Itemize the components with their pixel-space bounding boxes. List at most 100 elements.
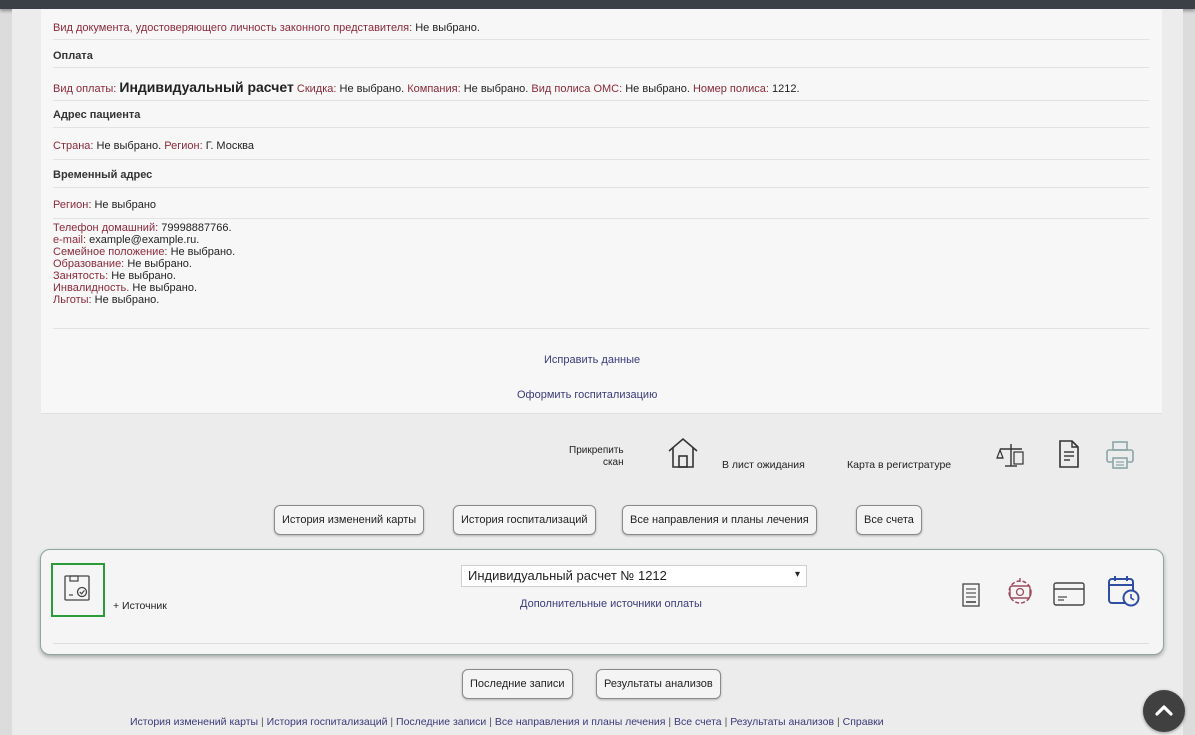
card-icon[interactable] (1053, 581, 1085, 607)
attach-scan-line1: Прикрепить (569, 445, 624, 456)
policy-number-value: 1212. (772, 83, 800, 95)
divider (53, 127, 1149, 128)
payment-source-selected: Индивидуальный расчет № 1212 (468, 568, 667, 583)
add-source-box[interactable] (51, 563, 105, 617)
patient-info-card: Вид документа, удостоверяющего личность … (41, 9, 1162, 491)
detail-label: Образование: (53, 258, 125, 270)
detail-label: e-mail: (53, 234, 87, 246)
detail-value: Не выбрано. (127, 258, 192, 270)
scan-doc-icon (64, 575, 92, 603)
address-row: Страна: Не выбрано. Регион: Г. Москва (53, 140, 254, 152)
detail-value: Не выбрано. (170, 246, 236, 258)
detail-phone: Телефон домашний: 79998887766. (53, 222, 235, 234)
footer-link-bills[interactable]: Все счета (674, 716, 722, 728)
footer-link-directions[interactable]: Все направления и планы лечения (495, 716, 666, 728)
money-gear-icon[interactable] (1004, 576, 1036, 608)
footer-links: История изменений карты | История госпит… (130, 716, 1076, 728)
attach-scan-label[interactable]: Прикрепить скан (569, 445, 624, 469)
all-bills-button[interactable]: Все счета (856, 505, 922, 535)
payment-row: Вид оплаты: Индивидуальный расчет Скидка… (53, 79, 800, 95)
country-label: Страна: (53, 140, 94, 152)
detail-email: e-mail: example@example.ru. (53, 234, 235, 246)
footer-link-hosp-history[interactable]: История госпитализаций (267, 716, 388, 728)
payment-heading: Оплата (53, 50, 93, 62)
scroll-top-button[interactable] (1143, 690, 1185, 732)
divider (53, 39, 1149, 40)
separator: | (390, 716, 394, 728)
hosp-history-button[interactable]: История госпитализаций (453, 505, 596, 535)
payment-type-label: Вид оплаты: (53, 83, 117, 95)
payment-source-select[interactable]: Индивидуальный расчет № 1212 ▾ (461, 565, 807, 587)
detail-disability: Инвалидность. Не выбрано. (53, 282, 235, 294)
detail-marital: Семейное положение: Не выбрано. (53, 246, 235, 258)
footer-link-certificates[interactable]: Справки (843, 716, 884, 728)
detail-label: Льготы: (53, 294, 92, 306)
detail-label: Семейное положение: (53, 246, 168, 258)
registry-card-button[interactable]: Карта в регистратуре (847, 459, 951, 471)
analysis-results-button[interactable]: Результаты анализов (596, 669, 721, 699)
attach-scan-line2: скан (602, 457, 624, 468)
detail-value: Не выбрано. (94, 294, 160, 306)
divider (53, 67, 1149, 68)
footer-link-card-history[interactable]: История изменений карты (130, 716, 258, 728)
edit-data-link[interactable]: Исправить данные (544, 354, 640, 366)
temp-address-row: Регион: Не выбрано (53, 199, 156, 211)
divider (53, 187, 1149, 188)
chevron-down-icon: ▾ (794, 569, 800, 580)
document-icon[interactable] (1058, 440, 1080, 468)
payment-type-value: Индивидуальный расчет (119, 79, 294, 95)
company-label: Компания: (407, 83, 461, 95)
discount-label: Скидка: (296, 83, 337, 95)
separator: | (836, 716, 840, 728)
company-value: Не выбрано. (463, 83, 529, 95)
legal-rep-doc-value: Не выбрано. (415, 22, 480, 34)
footer-link-analysis[interactable]: Результаты анализов (730, 716, 834, 728)
extra-sources-link[interactable]: Дополнительные источники оплаты (520, 598, 702, 610)
detail-label: Инвалидность. (53, 282, 130, 294)
detail-benefits: Льготы: Не выбрано. (53, 294, 235, 306)
payment-source-card: + Источник Индивидуальный расчет № 1212 … (40, 549, 1164, 655)
receipt-icon[interactable] (962, 583, 980, 607)
printer-icon[interactable] (1105, 440, 1135, 470)
separator: | (668, 716, 672, 728)
detail-label: Занятость: (53, 270, 109, 282)
policy-type-value: Не выбрано. (625, 83, 690, 95)
last-records-button[interactable]: Последние записи (462, 669, 573, 699)
detail-education: Образование: Не выбрано. (53, 258, 235, 270)
card-history-button[interactable]: История изменений карты (274, 505, 425, 535)
detail-value: Не выбрано. (132, 282, 198, 294)
divider (53, 328, 1149, 329)
temp-address-heading: Временный адрес (53, 169, 153, 181)
detail-value: example@example.ru. (89, 234, 200, 246)
tools-bar: Прикрепить скан В лист ожидания Карта в … (41, 413, 1162, 491)
divider (53, 159, 1149, 160)
policy-type-label: Вид полиса ОМС: (531, 83, 623, 95)
separator: | (261, 716, 264, 728)
scales-icon[interactable] (996, 442, 1026, 468)
top-bar (0, 0, 1195, 9)
separator: | (489, 716, 492, 728)
divider (53, 100, 1149, 101)
home-icon[interactable] (665, 436, 701, 470)
temp-region-value: Не выбрано (94, 199, 157, 211)
contact-details: Телефон домашний: 79998887766. e-mail: e… (53, 222, 235, 306)
chevron-up-icon (1154, 703, 1174, 717)
discount-value: Не выбрано. (339, 83, 405, 95)
detail-value: 79998887766. (161, 222, 232, 234)
calendar-clock-icon[interactable] (1107, 574, 1141, 608)
detail-employment: Занятость: Не выбрано. (53, 270, 235, 282)
region-value: Г. Москва (205, 140, 254, 152)
waitlist-button[interactable]: В лист ожидания (722, 459, 805, 471)
divider (53, 643, 1149, 644)
hospitalize-link[interactable]: Оформить госпитализацию (517, 389, 657, 401)
divider (53, 218, 1149, 219)
legal-rep-doc-row: Вид документа, удостоверяющего личность … (53, 22, 480, 34)
country-value: Не выбрано. (96, 140, 162, 152)
detail-label: Телефон домашний: (53, 222, 159, 234)
footer-link-last-records[interactable]: Последние записи (396, 716, 486, 728)
separator: | (724, 716, 728, 728)
region-label: Регион: (164, 140, 203, 152)
all-directions-button[interactable]: Все направления и планы лечения (622, 505, 817, 535)
temp-region-label: Регион: (53, 199, 92, 211)
add-source-label[interactable]: + Источник (113, 600, 167, 612)
